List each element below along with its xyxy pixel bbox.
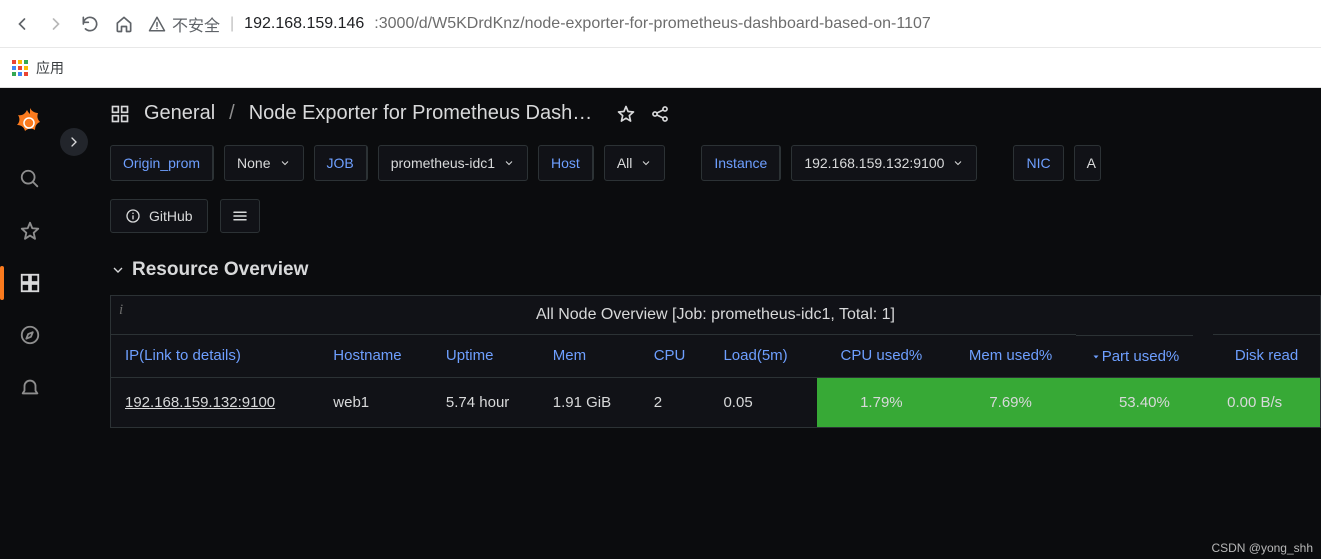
row-header[interactable]: Resource Overview: [110, 259, 1321, 281]
table-row: 192.168.159.132:9100 web1 5.74 hour 1.91…: [111, 377, 1320, 427]
breadcrumb-folder[interactable]: General: [144, 102, 215, 125]
apps-label[interactable]: 应用: [36, 58, 64, 78]
var-instance-value[interactable]: 192.168.159.132:9100: [791, 145, 977, 181]
apps-icon[interactable]: [12, 60, 28, 76]
col-part-used[interactable]: Part used%: [1076, 335, 1194, 377]
breadcrumb: General / Node Exporter for Prometheus D…: [110, 102, 1321, 125]
var-extra[interactable]: A: [1074, 145, 1101, 181]
home-button[interactable]: [114, 14, 134, 34]
insecure-warning: 不安全: [148, 12, 220, 36]
ip-link[interactable]: 192.168.159.132:9100: [125, 394, 275, 411]
explore-icon[interactable]: [19, 324, 41, 346]
back-button[interactable]: [12, 14, 32, 34]
sidebar: [0, 88, 60, 559]
cell-load: 0.05: [709, 377, 817, 427]
cell-disk-read: 0.00 B/s: [1213, 377, 1320, 427]
col-cpu-used[interactable]: CPU used%: [817, 335, 945, 378]
var-origin-value-text: None: [237, 155, 270, 171]
cell-uptime: 5.74 hour: [432, 377, 539, 427]
var-host: Host: [538, 145, 594, 181]
breadcrumb-sep: /: [229, 102, 235, 125]
sort-desc-icon: [1090, 350, 1102, 362]
nodes-table: IP(Link to details) Hostname Uptime Mem …: [111, 334, 1320, 427]
url-host: 192.168.159.146: [244, 15, 364, 33]
cell-cpu: 2: [640, 377, 710, 427]
var-instance-value-text: 192.168.159.132:9100: [804, 155, 944, 171]
cell-cpu-used: 1.79%: [817, 377, 945, 427]
var-origin-value[interactable]: None: [224, 145, 303, 181]
col-disk-read[interactable]: Disk read: [1213, 335, 1320, 378]
expand-sidebar-button[interactable]: [60, 128, 88, 156]
var-nic-label: NIC: [1014, 146, 1062, 180]
star-icon[interactable]: [19, 220, 41, 242]
var-job-label: JOB: [315, 146, 367, 180]
var-origin-prom: Origin_prom: [110, 145, 214, 181]
dashboards-grid-icon[interactable]: [110, 104, 130, 124]
chevron-down-icon: [279, 157, 291, 169]
reload-button[interactable]: [80, 14, 100, 34]
grafana-logo-icon[interactable]: [14, 106, 46, 138]
separator: |: [230, 15, 234, 33]
col-mem-used[interactable]: Mem used%: [946, 335, 1076, 378]
col-ip[interactable]: IP(Link to details): [111, 335, 319, 378]
cell-hostname: web1: [319, 377, 432, 427]
col-mem[interactable]: Mem: [539, 335, 640, 378]
chevron-down-icon: [110, 262, 126, 278]
var-extra-text: A: [1087, 155, 1096, 171]
alerting-icon[interactable]: [19, 376, 41, 398]
github-link-button[interactable]: GitHub: [110, 199, 208, 233]
panel-node-overview: i All Node Overview [Job: prometheus-idc…: [110, 295, 1321, 428]
var-job-value-text: prometheus-idc1: [391, 155, 495, 171]
address-bar[interactable]: 不安全 | 192.168.159.146 :3000/d/W5KDrdKnz/n…: [148, 12, 1309, 36]
dashboards-icon[interactable]: [19, 272, 41, 294]
var-job: JOB: [314, 145, 368, 181]
panel-info-icon[interactable]: i: [119, 302, 123, 319]
col-load[interactable]: Load(5m): [709, 335, 817, 378]
col-hostname[interactable]: Hostname: [319, 335, 432, 378]
panel-title: All Node Overview [Job: prometheus-idc1,…: [536, 306, 895, 323]
row-title: Resource Overview: [132, 259, 308, 281]
var-host-value[interactable]: All: [604, 145, 666, 181]
insecure-label: 不安全: [172, 12, 220, 36]
info-icon: [125, 208, 141, 224]
menu-button[interactable]: [220, 199, 260, 233]
col-cpu[interactable]: CPU: [640, 335, 710, 378]
search-icon[interactable]: [19, 168, 41, 190]
var-host-value-text: All: [617, 155, 633, 171]
cell-mem-used: 7.69%: [946, 377, 1076, 427]
var-instance-label: Instance: [702, 146, 780, 180]
favorite-star-icon[interactable]: [616, 104, 636, 124]
chevron-down-icon: [640, 157, 652, 169]
var-origin-label: Origin_prom: [111, 146, 213, 180]
cell-mem: 1.91 GiB: [539, 377, 640, 427]
url-path: :3000/d/W5KDrdKnz/node-exporter-for-prom…: [374, 15, 930, 33]
watermark: CSDN @yong_shh: [1211, 541, 1313, 555]
var-host-label: Host: [539, 146, 593, 180]
var-job-value[interactable]: prometheus-idc1: [378, 145, 528, 181]
forward-button[interactable]: [46, 14, 66, 34]
col-uptime[interactable]: Uptime: [432, 335, 539, 378]
var-nic: NIC: [1013, 145, 1063, 181]
chevron-down-icon: [952, 157, 964, 169]
var-instance: Instance: [701, 145, 781, 181]
github-label: GitHub: [149, 208, 193, 224]
breadcrumb-dash[interactable]: Node Exporter for Prometheus Dash…: [249, 102, 593, 125]
share-icon[interactable]: [650, 104, 670, 124]
menu-icon: [231, 207, 249, 225]
cell-part-used: 53.40%: [1076, 377, 1213, 427]
chevron-down-icon: [503, 157, 515, 169]
